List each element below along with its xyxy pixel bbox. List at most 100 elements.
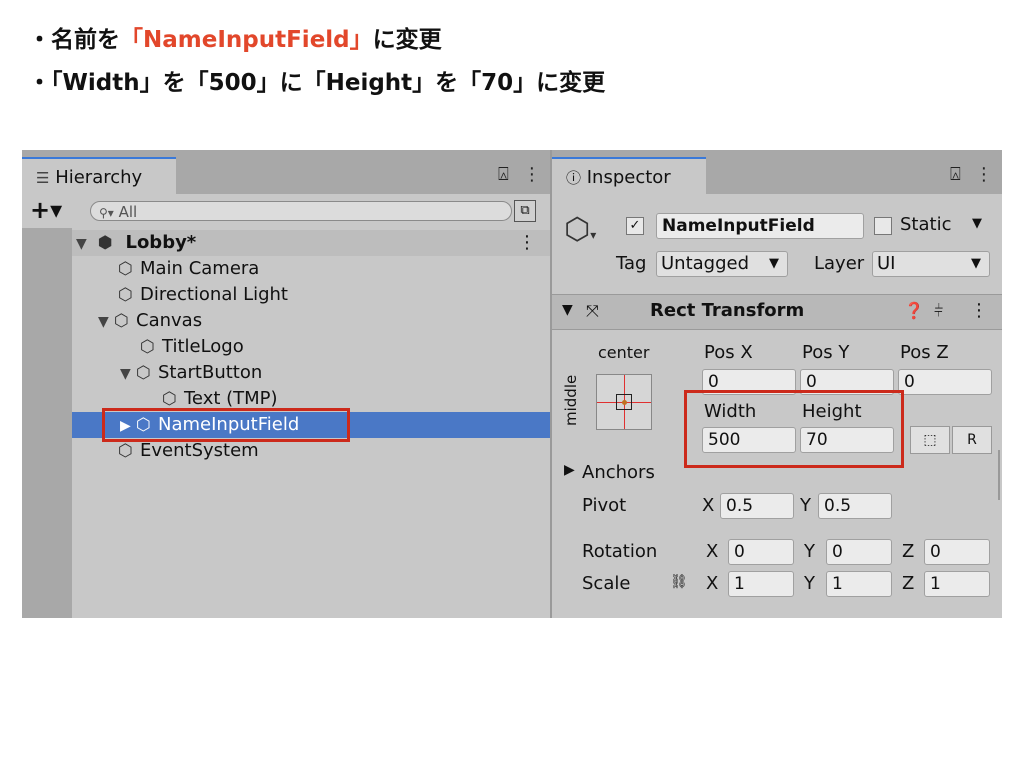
tag-label: Tag xyxy=(616,253,647,274)
instruction-line-1: ・名前を「NameInputField」に変更 xyxy=(28,20,442,54)
layer-value: UI xyxy=(877,253,896,274)
list-icon: ☰ xyxy=(36,169,50,187)
pivot-x-field[interactable]: 0.5 xyxy=(720,493,794,519)
scale-z-axis: Z xyxy=(902,573,915,594)
scale-label: Scale xyxy=(582,573,631,594)
tab-hierarchy[interactable]: ☰ Hierarchy xyxy=(22,157,176,194)
hierarchy-item[interactable]: ⬡ Main Camera xyxy=(118,256,259,282)
hierarchy-toolbar: +▾ ⚲▾ All ⧉ xyxy=(22,194,550,228)
rotation-z-field[interactable]: 0 xyxy=(924,539,990,565)
gameobject-icon[interactable]: ⬡▾ xyxy=(564,212,596,247)
scale-x-axis: X xyxy=(706,573,719,594)
hierarchy-item-label: EventSystem xyxy=(140,440,259,461)
anchor-v-label: middle xyxy=(562,374,580,426)
hierarchy-item-label: Canvas xyxy=(136,310,203,331)
rot-y-axis: Y xyxy=(804,541,815,562)
inspector-tabbar: ⓘ Inspector ⍓ ⋮ xyxy=(552,150,1002,194)
kebab-icon[interactable]: ⋮ xyxy=(523,164,541,185)
tab-hierarchy-label: Hierarchy xyxy=(55,167,143,188)
expand-arrow-icon[interactable]: ▼ xyxy=(76,231,92,257)
instruction-suffix: に変更 xyxy=(372,27,442,53)
rot-z-axis: Z xyxy=(902,541,915,562)
pivot-label: Pivot xyxy=(582,495,627,516)
scrollbar-track[interactable] xyxy=(998,450,1000,500)
foldout-arrow-icon[interactable]: ▶ xyxy=(564,462,575,478)
component-title: Rect Transform xyxy=(650,300,805,321)
layer-label: Layer xyxy=(814,253,865,274)
add-button[interactable]: +▾ xyxy=(30,196,62,224)
anchor-h-label: center xyxy=(598,343,650,362)
search-by-type-button[interactable]: ⧉ xyxy=(514,200,536,222)
hierarchy-item-label: Text (TMP) xyxy=(184,388,278,409)
pivot-x-axis: X xyxy=(702,495,715,516)
hierarchy-tab-actions: ⍓ ⋮ xyxy=(484,164,541,185)
object-name-field[interactable]: NameInputField xyxy=(656,213,864,239)
pos-z-field[interactable]: 0 xyxy=(898,369,992,395)
rotation-x-field[interactable]: 0 xyxy=(728,539,794,565)
chevron-down-icon: ▼ xyxy=(769,256,779,271)
search-input[interactable]: ⚲▾ All xyxy=(90,201,512,221)
scale-z-field[interactable]: 1 xyxy=(924,571,990,597)
rect-transform-icon: ⤧ xyxy=(586,301,599,320)
search-icon: ⚲▾ xyxy=(99,206,114,220)
blueprint-mode-button[interactable]: ⬚ xyxy=(910,426,950,454)
expand-arrow-icon[interactable]: ▼ xyxy=(98,309,114,335)
instruction-prefix: 名前を xyxy=(51,27,120,53)
pos-x-label: Pos X xyxy=(704,342,753,363)
instruction-line-2: ・「Width」を「500」に「Height」を「70」に変更 xyxy=(28,70,606,96)
pivot-y-field[interactable]: 0.5 xyxy=(818,493,892,519)
hierarchy-item[interactable]: ▼ ⬡ StartButton xyxy=(120,360,262,386)
rect-transform-header[interactable]: ▼ ⤧ Rect Transform ❓ ⫩ ⋮ xyxy=(552,294,1002,330)
hierarchy-item[interactable]: ▼ ⬡ Canvas xyxy=(98,308,202,334)
hierarchy-item-label: StartButton xyxy=(158,362,263,383)
info-icon: ⓘ xyxy=(566,169,582,187)
gameobject-cube-icon: ⬡ xyxy=(140,337,155,357)
lock-icon[interactable]: ⍓ xyxy=(950,164,961,185)
rotation-y-field[interactable]: 0 xyxy=(826,539,892,565)
gameobject-cube-icon: ⬡ xyxy=(118,259,133,279)
hierarchy-tabbar: ☰ Hierarchy ⍓ ⋮ xyxy=(22,150,550,194)
tab-inspector-label: Inspector xyxy=(586,167,671,188)
scene-name: Lobby* xyxy=(125,232,197,253)
scene-header[interactable]: ▼ ⬢ Lobby* xyxy=(76,230,196,256)
anchors-label[interactable]: Anchors xyxy=(582,462,655,483)
component-menu-icon[interactable]: ⋮ xyxy=(970,300,988,321)
scene-menu-icon[interactable]: ⋮ xyxy=(518,230,536,256)
anchor-preset-button[interactable] xyxy=(596,374,652,430)
inspector-panel: ⓘ Inspector ⍓ ⋮ ⬡▾ ✓ NameInputField Stati… xyxy=(550,150,1002,618)
pivot-y-axis: Y xyxy=(800,495,811,516)
foldout-arrow-icon[interactable]: ▼ xyxy=(562,302,573,318)
inspector-tab-actions: ⍓ ⋮ xyxy=(936,164,993,185)
lock-icon[interactable]: ⍓ xyxy=(498,164,509,185)
hierarchy-gutter xyxy=(22,228,72,618)
kebab-icon[interactable]: ⋮ xyxy=(975,164,993,185)
static-checkbox[interactable] xyxy=(874,217,892,235)
active-checkbox[interactable]: ✓ xyxy=(626,217,644,235)
scale-x-field[interactable]: 1 xyxy=(728,571,794,597)
hierarchy-item[interactable]: ⬡ Directional Light xyxy=(118,282,288,308)
link-scale-icon[interactable]: ⛓ xyxy=(670,574,688,590)
tag-dropdown[interactable]: Untagged ▼ xyxy=(656,251,788,277)
expand-arrow-icon[interactable]: ▼ xyxy=(120,361,136,387)
hierarchy-item-label: Main Camera xyxy=(140,258,260,279)
layer-dropdown[interactable]: UI ▼ xyxy=(872,251,990,277)
hierarchy-item[interactable]: ⬡ TitleLogo xyxy=(140,334,244,360)
hierarchy-item-label: TitleLogo xyxy=(162,336,244,357)
hierarchy-panel: ☰ Hierarchy ⍓ ⋮ +▾ ⚲▾ All ⧉ ▼ ⬢ Lobby* ⋮ … xyxy=(22,150,550,618)
annotation-box-name xyxy=(102,408,350,442)
raw-edit-button[interactable]: R xyxy=(952,426,992,454)
static-dropdown-icon[interactable]: ▼ xyxy=(972,216,982,231)
help-icon[interactable]: ❓ xyxy=(904,301,924,320)
tag-value: Untagged xyxy=(661,253,750,274)
gameobject-cube-icon: ⬡ xyxy=(114,311,129,331)
static-label: Static xyxy=(900,214,952,235)
annotation-box-size xyxy=(684,390,904,468)
search-placeholder: All xyxy=(118,203,138,221)
scale-y-field[interactable]: 1 xyxy=(826,571,892,597)
gameobject-cube-icon: ⬡ xyxy=(136,363,151,383)
settings-sliders-icon[interactable]: ⫩ xyxy=(934,301,943,321)
chevron-down-icon: ▼ xyxy=(971,256,981,271)
hierarchy-item-label: Directional Light xyxy=(140,284,288,305)
tab-inspector[interactable]: ⓘ Inspector xyxy=(552,157,706,194)
gameobject-cube-icon: ⬡ xyxy=(118,285,133,305)
